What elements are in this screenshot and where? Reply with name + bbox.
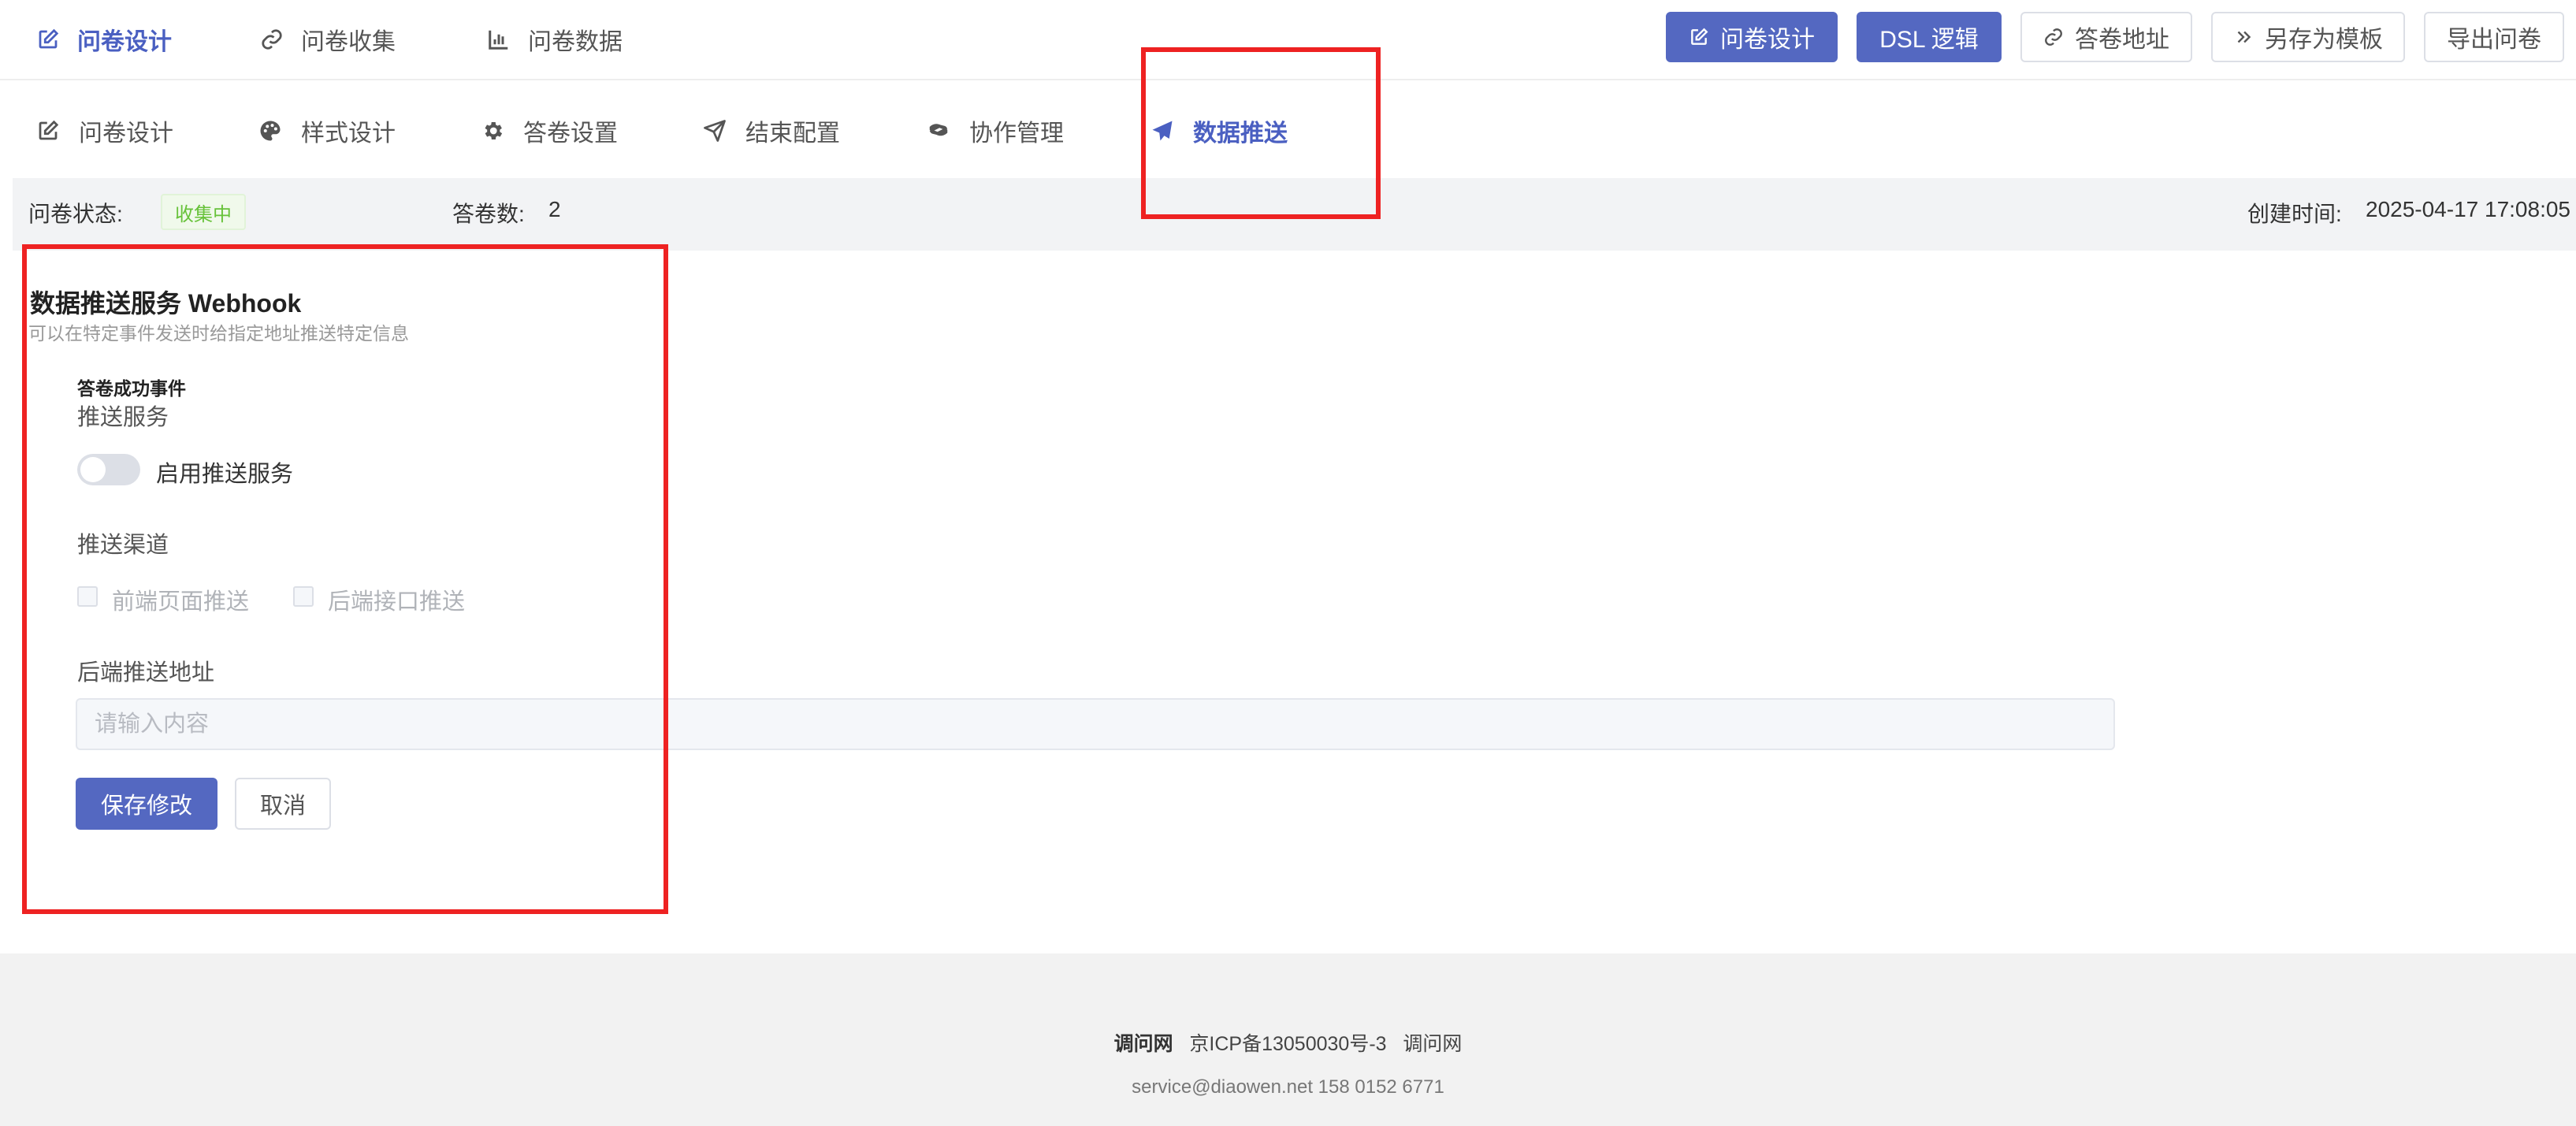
gear-icon: [485, 122, 503, 139]
button-label: 答卷地址: [2075, 27, 2169, 53]
backend-url-label: 后端推送地址: [77, 660, 215, 686]
backend-push-checkbox[interactable]: [293, 586, 314, 607]
tab-style-design[interactable]: 样式设计: [258, 113, 396, 148]
backend-push-label: 后端接口推送: [328, 589, 466, 615]
cancel-button[interactable]: 取消: [235, 778, 331, 830]
tab-data-push[interactable]: 数据推送: [1150, 113, 1288, 148]
top-navigation: 问卷设计 问卷收集 问卷数据 问卷设计 DSL 逻辑 答卷地址 另存为模板 导出…: [0, 0, 2576, 80]
nav-item-survey-data[interactable]: 问卷数据: [487, 22, 623, 57]
created-time-label: 创建时间:: [2247, 202, 2342, 226]
survey-design-button[interactable]: 问卷设计: [1666, 12, 1838, 62]
button-label: 问卷设计: [1720, 27, 1815, 53]
webhook-title: 数据推送服务 Webhook: [30, 289, 302, 318]
tab-survey-design[interactable]: 问卷设计: [36, 113, 173, 148]
event-title: 答卷成功事件: [77, 378, 186, 399]
answer-count-label: 答卷数:: [452, 202, 525, 226]
edit-icon: [39, 28, 59, 49]
button-label: 另存为模板: [2265, 27, 2383, 53]
footer-info: 调问网 京ICP备13050030号-3 调问网: [0, 1028, 2576, 1057]
tab-label: 样式设计: [301, 121, 396, 147]
nav-item-survey-design[interactable]: 问卷设计: [36, 22, 172, 57]
created-time-value: 2025-04-17 17:08:05: [2366, 197, 2570, 221]
survey-status-bar: 问卷状态: 收集中 答卷数: 2 创建时间: 2025-04-17 17:08:…: [13, 178, 2576, 251]
tab-collaboration[interactable]: 协作管理: [927, 113, 1064, 148]
link-icon: [2045, 28, 2062, 46]
footer-brand: 调问网: [1113, 1033, 1173, 1055]
export-survey-button[interactable]: 导出问卷: [2424, 12, 2564, 62]
footer-contact: service@diaowen.net 158 0152 6771: [1132, 1076, 1444, 1098]
tab-end-config[interactable]: 结束配置: [703, 113, 840, 148]
nav-item-label: 问卷数据: [528, 29, 623, 55]
double-chevron-right-icon: [2237, 31, 2251, 43]
tab-label: 结束配置: [745, 121, 840, 147]
enable-push-switch[interactable]: [77, 454, 140, 485]
frontend-push-label: 前端页面推送: [112, 589, 250, 615]
edit-icon: [1691, 28, 1708, 45]
tab-label: 数据推送: [1193, 121, 1288, 147]
enable-push-label: 启用推送服务: [156, 462, 294, 487]
palette-icon: [260, 121, 281, 141]
backend-url-input[interactable]: [76, 698, 2115, 750]
tab-label: 问卷设计: [79, 121, 173, 147]
paper-plane-icon: [1152, 121, 1173, 141]
tab-answer-settings[interactable]: 答卷设置: [481, 113, 618, 148]
save-as-template-button[interactable]: 另存为模板: [2211, 12, 2405, 62]
button-label: DSL 逻辑: [1879, 27, 1979, 53]
nav-item-survey-collect[interactable]: 问卷收集: [260, 22, 396, 57]
push-service-label: 推送服务: [77, 405, 169, 430]
status-label: 问卷状态:: [28, 202, 123, 226]
webhook-subtitle: 可以在特定事件发送时给指定地址推送特定信息: [28, 323, 409, 344]
frontend-push-checkbox[interactable]: [77, 586, 98, 607]
footer-icp[interactable]: 京ICP备13050030号-3: [1189, 1033, 1386, 1055]
nav-item-label: 问卷收集: [301, 29, 396, 55]
footer-brand-link[interactable]: 调问网: [1403, 1033, 1462, 1055]
push-channel-label: 推送渠道: [77, 533, 169, 558]
nav-item-label: 问卷设计: [77, 29, 172, 55]
save-button[interactable]: 保存修改: [76, 778, 217, 830]
send-icon: [704, 120, 726, 142]
button-label: 导出问卷: [2447, 27, 2541, 53]
answer-count-value: 2: [548, 197, 561, 221]
bar-chart-icon: [489, 30, 508, 50]
answer-url-button[interactable]: 答卷地址: [2020, 12, 2192, 62]
dsl-logic-button[interactable]: DSL 逻辑: [1857, 12, 2002, 62]
handshake-icon: [929, 124, 948, 136]
link-icon: [262, 29, 282, 50]
status-badge: 收集中: [161, 194, 246, 230]
edit-icon: [39, 120, 59, 140]
tab-label: 协作管理: [969, 121, 1064, 147]
tab-label: 答卷设置: [523, 121, 618, 147]
switch-knob: [80, 457, 106, 482]
